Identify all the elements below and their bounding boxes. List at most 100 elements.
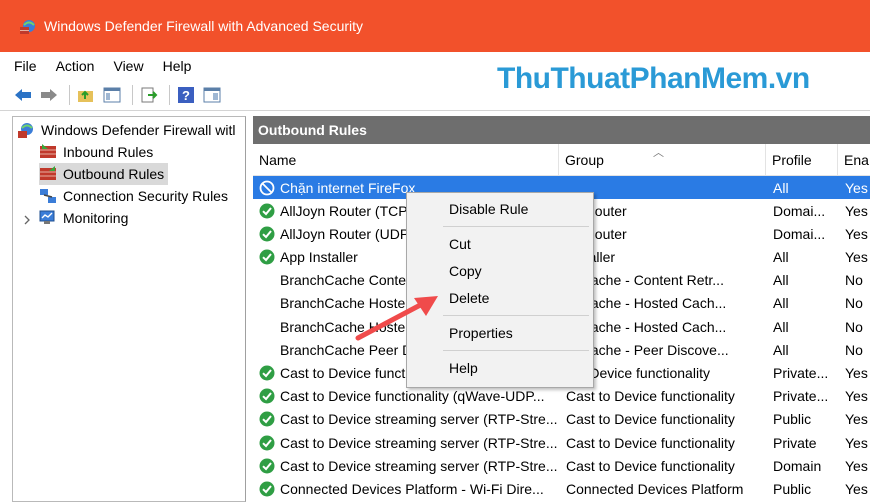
title-bar: Windows Defender Firewall with Advanced … xyxy=(0,0,870,52)
rule-name: Cast to Device streaming server (RTP-Str… xyxy=(280,434,558,451)
rule-name: AllJoyn Router (UDP xyxy=(280,225,410,242)
rule-group-cell: chCache - Peer Discove... xyxy=(566,341,729,358)
rule-name: Cast to Device functi xyxy=(280,365,409,381)
table-row[interactable]: Cast to Device streaming server (RTP-Str… xyxy=(253,431,870,454)
up-folder-icon[interactable] xyxy=(75,84,97,106)
tree-item-monitoring[interactable]: Monitoring xyxy=(39,207,128,229)
inbound-rules-icon xyxy=(39,143,57,161)
help-icon[interactable]: ? xyxy=(175,84,197,106)
rule-profile-cell: Public xyxy=(773,411,812,428)
rule-name: AllJoyn Router (TCP xyxy=(280,202,408,219)
menu-item-cut[interactable]: Cut xyxy=(407,231,593,257)
rule-name: Cast to Device functionality (qWave-UDP.… xyxy=(280,388,545,405)
allow-icon xyxy=(259,203,275,219)
rule-name: BranchCache Hoste xyxy=(280,295,406,312)
rule-profile-cell: All xyxy=(773,318,789,335)
rule-group-cell: Cast to Device functionality xyxy=(566,388,735,405)
allow-icon xyxy=(259,411,275,427)
rule-enabled-cell: No xyxy=(845,341,863,358)
rule-profile-cell: Domai... xyxy=(773,225,826,242)
back-icon[interactable] xyxy=(12,84,34,106)
rule-name-cell: Cast to Device streaming server (RTP-Str… xyxy=(259,408,559,431)
rule-enabled-cell: Yes xyxy=(845,388,868,405)
table-row[interactable]: Cast to Device functionality (qWave-UDP.… xyxy=(253,385,870,408)
rule-profile-cell: All xyxy=(773,179,789,196)
menu-item-disable-rule[interactable]: Disable Rule xyxy=(407,196,593,222)
connection-security-icon xyxy=(39,187,57,205)
rule-group-cell: Connected Devices Platform xyxy=(566,480,744,497)
tree-item-inbound-rules[interactable]: Inbound Rules xyxy=(39,141,153,163)
rule-profile-cell: Domain xyxy=(773,457,822,474)
tree-item-label: Connection Security Rules xyxy=(63,188,228,204)
no-icon xyxy=(259,319,275,335)
rule-group-cell: Cast to Device functionality xyxy=(566,434,735,451)
rule-name-cell: Cast to Device streaming server (RTP-Str… xyxy=(259,431,559,454)
column-header-enabled[interactable]: Ena xyxy=(838,144,870,176)
rule-group-cell: chCache - Content Retr... xyxy=(566,272,724,289)
window-title: Windows Defender Firewall with Advanced … xyxy=(44,18,364,34)
rule-enabled-cell: Yes xyxy=(845,480,868,497)
rule-name: BranchCache Hoste xyxy=(280,318,406,335)
tree-item-root[interactable]: Windows Defender Firewall witl xyxy=(17,119,236,141)
allow-icon xyxy=(259,365,275,381)
menu-view[interactable]: View xyxy=(113,58,143,74)
rule-enabled-cell: Yes xyxy=(845,365,868,381)
rule-name: BranchCache Peer D xyxy=(280,341,413,358)
menu-item-properties[interactable]: Properties xyxy=(407,320,593,346)
column-header-profile[interactable]: Profile xyxy=(766,144,838,176)
rule-profile-cell: All xyxy=(773,272,789,289)
table-row[interactable]: Cast to Device streaming server (RTP-Str… xyxy=(253,454,870,477)
rule-profile-cell: All xyxy=(773,341,789,358)
rule-name: Cast to Device streaming server (RTP-Str… xyxy=(280,411,558,428)
rule-group-cell: t to Device functionality xyxy=(566,365,710,381)
rule-group-cell: Cast to Device functionality xyxy=(566,411,735,428)
toolbar-separator xyxy=(169,85,170,105)
rule-enabled-cell: No xyxy=(845,295,863,312)
rule-name: Chặn internet FireFox xyxy=(280,179,416,196)
menu-action[interactable]: Action xyxy=(56,58,95,74)
rule-enabled-cell: Yes xyxy=(845,411,868,428)
rule-group-cell: yn Router xyxy=(566,225,627,242)
show-hide-tree-icon[interactable] xyxy=(101,84,123,106)
rule-profile-cell: Private... xyxy=(773,388,829,405)
rule-profile-cell: Private xyxy=(773,434,817,451)
column-header-row: Name Group ︿ Profile Ena xyxy=(253,144,870,176)
svg-text:?: ? xyxy=(182,88,190,103)
monitoring-icon xyxy=(39,209,57,227)
watermark-text: ThuThuatPhanMem.vn xyxy=(497,62,810,95)
rule-group-cell: chCache - Hosted Cach... xyxy=(566,295,727,312)
menu-separator xyxy=(443,315,589,316)
rule-group-cell xyxy=(566,176,766,199)
firewall-app-icon xyxy=(18,16,38,36)
no-icon xyxy=(259,342,275,358)
export-list-icon[interactable] xyxy=(138,84,160,106)
table-row[interactable]: Connected Devices Platform - Wi-Fi Dire.… xyxy=(253,477,870,500)
allow-icon xyxy=(259,226,275,242)
forward-icon[interactable] xyxy=(38,84,60,106)
navigation-tree: Windows Defender Firewall witl Inbound R… xyxy=(12,116,246,502)
column-header-name[interactable]: Name xyxy=(253,144,559,176)
menu-separator xyxy=(443,350,589,351)
rule-group-cell: Installer xyxy=(566,246,766,269)
menu-separator xyxy=(443,226,589,227)
chevron-right-icon[interactable] xyxy=(23,214,31,226)
table-row[interactable]: Cast to Device streaming server (RTP-Str… xyxy=(253,408,870,431)
rule-enabled-cell: Yes xyxy=(845,179,868,196)
allow-icon xyxy=(259,458,275,474)
menu-file[interactable]: File xyxy=(14,58,37,74)
rule-profile-cell: Domai... xyxy=(773,202,826,219)
tree-item-connection-security-rules[interactable]: Connection Security Rules xyxy=(39,185,228,207)
allow-icon xyxy=(259,388,275,404)
rule-group-cell: yn Router xyxy=(566,202,627,219)
menu-item-delete[interactable]: Delete xyxy=(407,285,593,311)
menu-help[interactable]: Help xyxy=(163,58,192,74)
menu-item-copy[interactable]: Copy xyxy=(407,258,593,284)
rule-name: App Installer xyxy=(280,249,358,266)
rule-enabled-cell: Yes xyxy=(845,225,868,242)
menu-item-help[interactable]: Help xyxy=(407,355,593,381)
tree-item-outbound-rules[interactable]: Outbound Rules xyxy=(39,163,169,185)
show-action-pane-icon[interactable] xyxy=(201,84,223,106)
no-icon xyxy=(259,295,275,311)
rule-enabled-cell: Yes xyxy=(845,202,868,219)
pane-title: Outbound Rules xyxy=(253,116,870,144)
